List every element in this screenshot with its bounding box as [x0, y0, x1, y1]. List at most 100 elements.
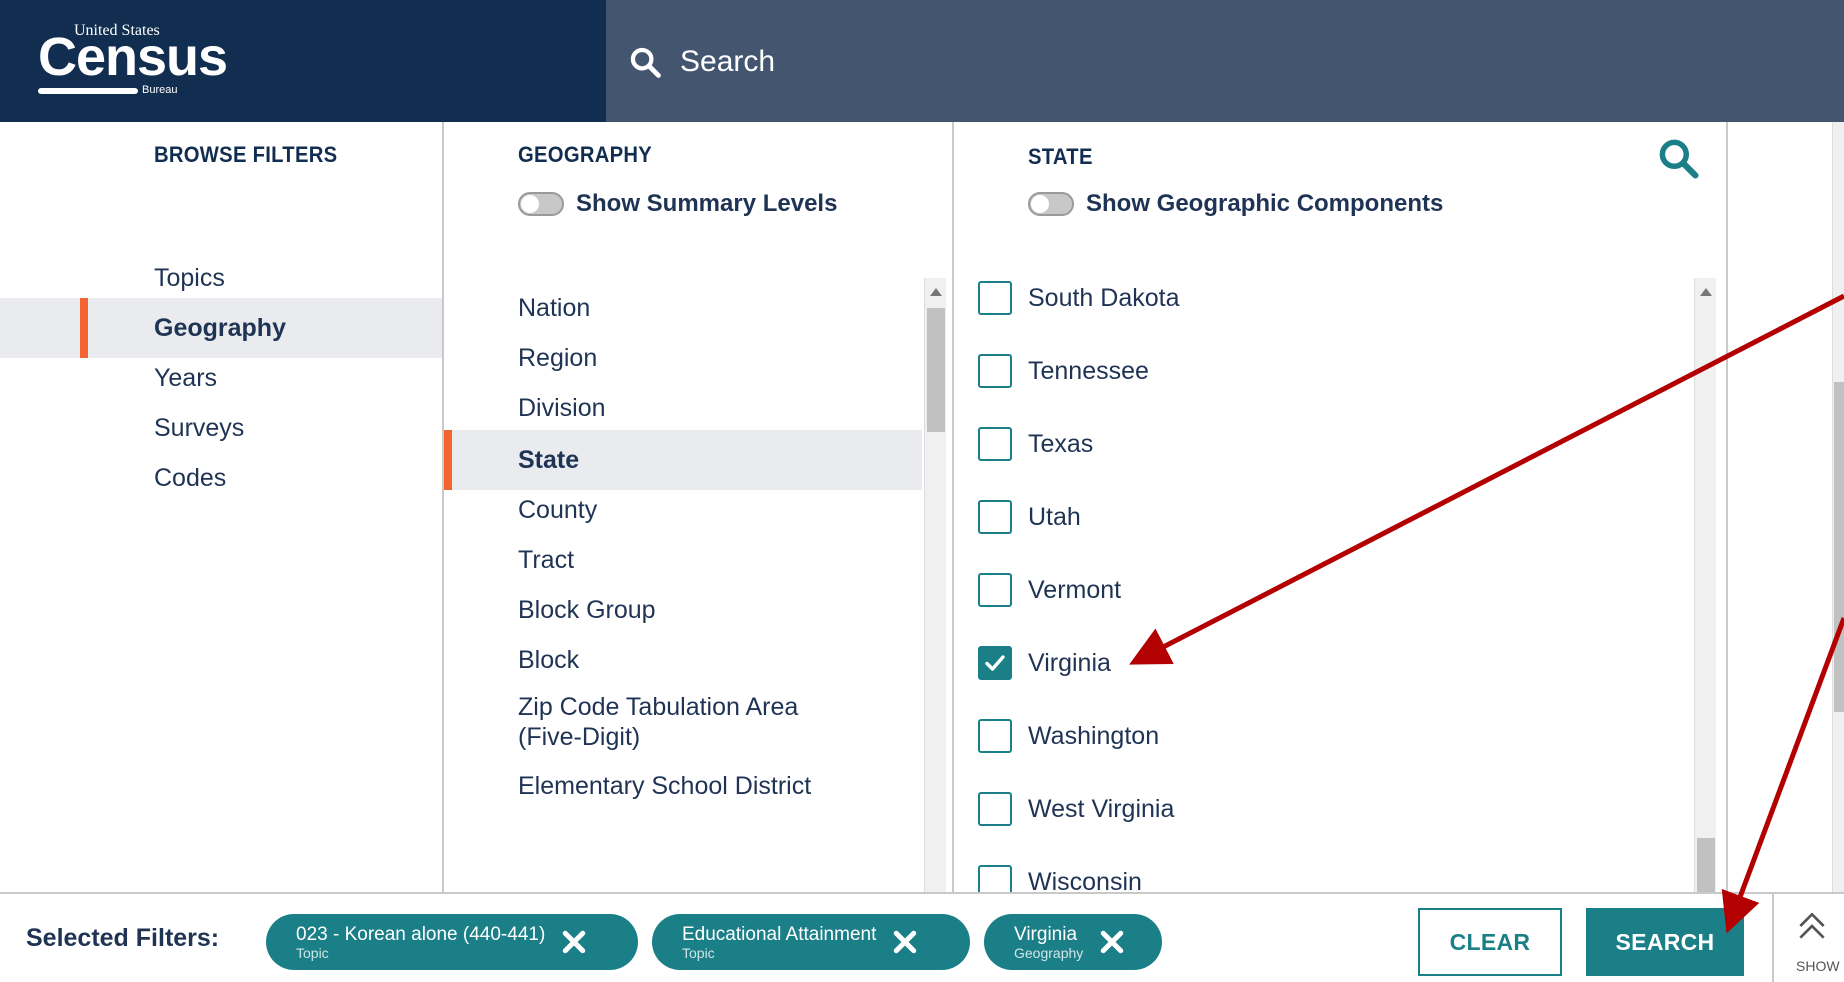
show-label: SHOW [1796, 958, 1840, 974]
chip-name: Educational Attainment [682, 923, 877, 945]
census-logo[interactable]: United States Census Bureau [38, 22, 228, 100]
geographic-components-toggle[interactable]: Show Geographic Components [1028, 190, 1443, 218]
footer-divider [1772, 894, 1774, 982]
scroll-thumb[interactable] [1834, 382, 1844, 712]
double-chevron-up-icon [1799, 912, 1825, 939]
state-item-label: Virginia [1028, 648, 1111, 677]
clear-button[interactable]: CLEAR [1418, 908, 1562, 976]
close-icon[interactable] [890, 927, 920, 957]
state-item-virginia[interactable]: Virginia [954, 633, 1694, 693]
checkbox[interactable] [978, 354, 1012, 388]
geo-item-label: Elementary School District [518, 771, 812, 800]
geography-scrollbar[interactable] [924, 278, 946, 892]
geo-item-block[interactable]: Block [444, 630, 922, 690]
state-title: STATE [1028, 144, 1093, 169]
geo-item-division[interactable]: Division [444, 378, 922, 438]
results-scrollbar[interactable] [1832, 122, 1844, 892]
geo-item-label: Nation [518, 293, 591, 322]
chip-category: Topic [296, 944, 329, 961]
state-item-wisconsin[interactable]: Wisconsin [954, 852, 1694, 892]
search-icon[interactable] [1656, 136, 1700, 180]
state-list: South Dakota Tennessee Texas Utah Vermon… [954, 268, 1694, 892]
state-item-label: Wisconsin [1028, 867, 1142, 893]
toggle-switch[interactable] [1028, 192, 1074, 216]
geography-list: Nation Region Division State County Trac… [444, 278, 922, 892]
state-item-tennessee[interactable]: Tennessee [954, 341, 1694, 401]
filter-chip-korean-alone[interactable]: 023 - Korean alone (440-441) Topic [266, 914, 638, 970]
checkbox[interactable] [978, 792, 1012, 826]
toggle-switch[interactable] [518, 192, 564, 216]
scroll-thumb[interactable] [1697, 838, 1715, 892]
scroll-up-arrow[interactable] [1700, 288, 1712, 296]
geo-item-label: Block [518, 645, 580, 674]
chip-name: 023 - Korean alone (440-441) [296, 923, 546, 945]
state-item-label: Washington [1028, 721, 1160, 750]
geography-title: GEOGRAPHY [518, 142, 653, 167]
browse-item-label: Surveys [154, 413, 245, 442]
checkbox[interactable] [978, 719, 1012, 753]
scroll-thumb[interactable] [927, 308, 945, 432]
summary-levels-label: Show Summary Levels [576, 190, 838, 217]
search-button[interactable]: SEARCH [1586, 908, 1744, 976]
geo-item-label: State [518, 445, 580, 474]
selected-filters-label: Selected Filters: [26, 924, 220, 952]
browse-item-label: Topics [154, 263, 225, 292]
filter-chip-virginia[interactable]: Virginia Geography [984, 914, 1162, 970]
state-item-west-virginia[interactable]: West Virginia [954, 779, 1694, 839]
geo-item-zcta[interactable]: Zip Code Tabulation Area (Five-Digit) [444, 684, 922, 760]
geography-panel: GEOGRAPHY Show Summary Levels Nation Reg… [444, 122, 954, 892]
browse-filters-title: BROWSE FILTERS [154, 142, 338, 167]
logo-main-text: Census [38, 27, 228, 87]
browse-item-codes[interactable]: Codes [0, 448, 442, 508]
geo-item-label: Tract [518, 545, 575, 574]
chip-category: Geography [1014, 944, 1084, 961]
checkbox[interactable] [978, 865, 1012, 892]
state-item-vermont[interactable]: Vermont [954, 560, 1694, 620]
close-icon[interactable] [559, 927, 589, 957]
state-item-label: Vermont [1028, 575, 1122, 604]
results-panel-edge [1728, 122, 1844, 892]
browse-item-label: Geography [154, 313, 286, 342]
checkbox[interactable] [978, 500, 1012, 534]
state-item-label: Texas [1028, 429, 1094, 458]
browse-filters-panel: BROWSE FILTERS Topics Geography Years Su… [0, 122, 444, 892]
header-search[interactable]: Search [628, 40, 775, 84]
state-item-washington[interactable]: Washington [954, 706, 1694, 766]
checkmark-icon [985, 655, 1005, 671]
checkbox[interactable] [978, 573, 1012, 607]
browse-item-label: Codes [154, 463, 227, 492]
filter-chip-educational-attainment[interactable]: Educational Attainment Topic [652, 914, 970, 970]
state-item-label: West Virginia [1028, 794, 1175, 823]
state-item-label: Tennessee [1028, 356, 1149, 385]
logo-block: United States Census Bureau [0, 0, 606, 122]
chip-text: Educational Attainment Topic [682, 925, 876, 960]
header-search-label: Search [680, 45, 776, 78]
geo-item-label: Zip Code Tabulation Area (Five-Digit) [518, 693, 799, 751]
selected-filters-bar: Selected Filters: 023 - Korean alone (44… [0, 892, 1844, 982]
checkbox-checked[interactable] [978, 646, 1012, 680]
close-icon[interactable] [1097, 927, 1127, 957]
summary-levels-toggle[interactable]: Show Summary Levels [518, 190, 837, 218]
state-item-texas[interactable]: Texas [954, 414, 1694, 474]
chip-text: 023 - Korean alone (440-441) Topic [296, 925, 545, 960]
state-item-south-dakota[interactable]: South Dakota [954, 268, 1694, 328]
state-panel: STATE Show Geographic Components South D… [954, 122, 1728, 892]
geo-item-elementary-school-district[interactable]: Elementary School District [444, 756, 922, 816]
state-item-label: South Dakota [1028, 283, 1180, 312]
browse-item-label: Years [154, 363, 218, 392]
state-item-utah[interactable]: Utah [954, 487, 1694, 547]
logo-sub-text: Bureau [142, 84, 178, 96]
geo-item-label: Block Group [518, 595, 656, 624]
state-item-label: Utah [1028, 502, 1081, 531]
chip-name: Virginia [1014, 923, 1078, 945]
top-header: United States Census Bureau Search [0, 0, 1844, 122]
checkbox[interactable] [978, 281, 1012, 315]
search-icon [630, 47, 661, 78]
state-scrollbar[interactable] [1694, 278, 1716, 892]
checkbox[interactable] [978, 427, 1012, 461]
chip-text: Virginia Geography [1014, 925, 1083, 960]
scroll-up-arrow[interactable] [930, 288, 942, 296]
geo-item-label: Region [518, 343, 598, 372]
show-panel-toggle[interactable]: SHOW [1790, 902, 1844, 978]
geo-item-label: Division [518, 393, 606, 422]
